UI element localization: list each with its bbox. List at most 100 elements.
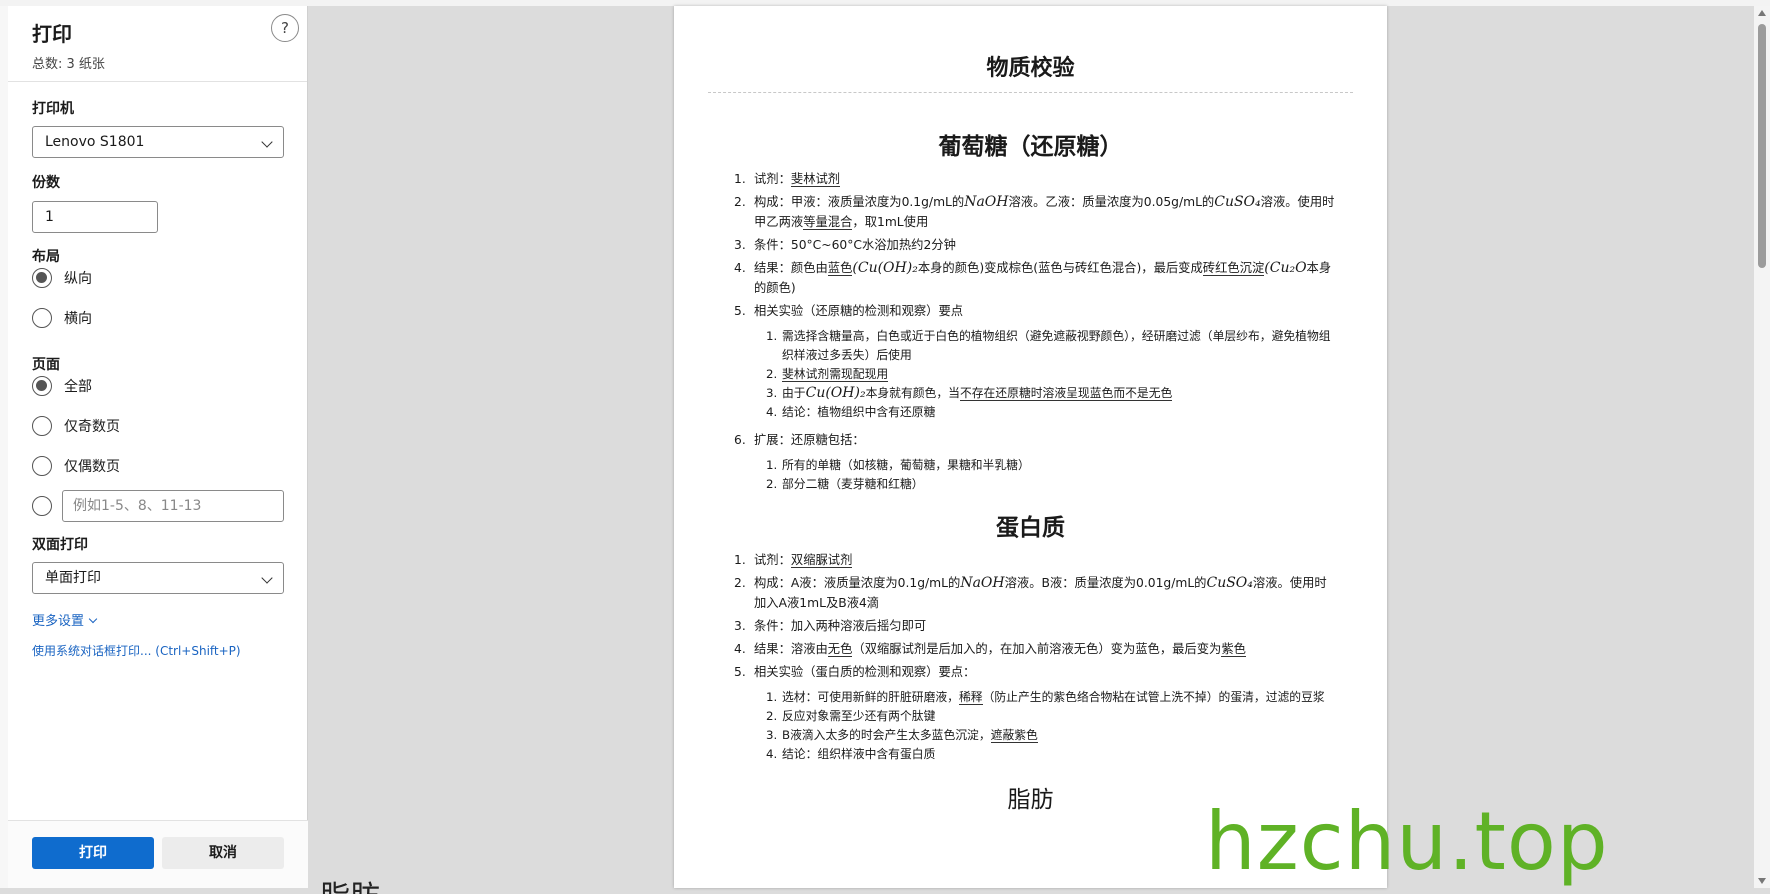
pages-even-radio[interactable] [32, 456, 52, 476]
item-text: 反应对象需至少还有两个肽键 [782, 709, 936, 723]
list-item: 1. 需选择含糖量高，白色或近于白色的植物组织（避免遮蔽视野颜色），经研磨过滤（单… [754, 327, 1335, 365]
layout-landscape-radio[interactable] [32, 308, 52, 328]
item-number: 2. [734, 576, 746, 590]
math-formula: (Cu₂O [1264, 260, 1307, 276]
item-text: 选材：可使用新鲜的肝脏研磨液， [782, 690, 959, 704]
printer-select[interactable]: Lenovo S1801 [32, 126, 284, 158]
item-text: 需选择含糖量高，白色或近于白色的植物组织（避免遮蔽视野颜色），经研磨过滤（单层纱… [782, 329, 1331, 362]
pages-custom-option[interactable] [32, 494, 52, 518]
item-number: 3. [766, 386, 778, 400]
pages-odd-radio[interactable] [32, 416, 52, 436]
list-item: 3. 由于Cu(OH)₂本身就有颜色，当不存在还原糖时溶液呈现蓝色而不是无色 [754, 384, 1335, 403]
item-text: 试剂： [754, 172, 791, 186]
layout-portrait-radio[interactable] [32, 268, 52, 288]
item-text: 结论：组织样液中含有蛋白质 [782, 747, 936, 761]
item-number: 1. [766, 690, 778, 704]
watermark: hzchu.top [1205, 795, 1609, 888]
preview-scrollbar[interactable] [1754, 6, 1770, 888]
item-text: 部分二糖（麦芽糖和红糖） [782, 477, 924, 491]
item-number: 2. [734, 195, 746, 209]
scroll-down-icon[interactable] [1758, 878, 1766, 884]
list-item: 4. 结论：组织样液中含有蛋白质 [754, 745, 1335, 764]
chevron-down-icon [261, 572, 273, 584]
scroll-thumb[interactable] [1758, 24, 1766, 268]
item-number: 6. [734, 433, 746, 447]
help-icon: ? [281, 19, 289, 37]
sublist: 1. 所有的单糖（如核糖，葡萄糖，果糖和半乳糖） 2. 部分二糖（麦芽糖和红糖） [754, 456, 1335, 494]
item-text: 本身就有颜色，当 [865, 386, 960, 400]
layout-portrait-option[interactable]: 纵向 [32, 266, 92, 290]
list-item: 1. 试剂：斐林试剂 [734, 169, 1335, 189]
item-number: 1. [734, 553, 746, 567]
item-text: 溶液。乙液：质量浓度为0.05g/mL的 [1008, 195, 1215, 209]
item-number: 5. [734, 304, 746, 318]
underlined-text: 双缩脲试剂 [790, 553, 853, 568]
pages-all-option[interactable]: 全部 [32, 374, 92, 398]
page-range-input[interactable]: 例如1-5、8、11-13 [62, 490, 284, 522]
print-preview-page: 物质校验 葡萄糖（还原糖） 1. 试剂：斐林试剂 2. 构成：甲液：液质量浓度为… [674, 6, 1387, 888]
item-number: 3. [734, 619, 746, 633]
pages-all-label: 全部 [64, 379, 92, 395]
item-text: （防止产生的紫色络合物粘在试管上洗不掉）的蛋清，过滤的豆浆 [982, 690, 1325, 704]
pages-all-radio[interactable] [32, 376, 52, 396]
help-button[interactable]: ? [271, 14, 299, 42]
layout-landscape-label: 横向 [64, 311, 92, 327]
list-item: 4. 结果：溶液由无色（双缩脲试剂是后加入的，在加入前溶液无色）变为蓝色，最后变… [734, 639, 1335, 659]
chevron-down-icon [88, 614, 98, 624]
cancel-button[interactable]: 取消 [162, 837, 284, 869]
math-formula: (Cu(OH)₂ [852, 260, 918, 276]
underlined-text: 不存在还原糖时溶液呈现蓝色而不是无色 [959, 386, 1173, 401]
list-item: 2. 反应对象需至少还有两个肽键 [754, 707, 1335, 726]
item-number: 2. [766, 709, 778, 723]
list-item: 2. 部分二糖（麦芽糖和红糖） [754, 475, 1335, 494]
underlined-text: 砖红色沉淀 [1202, 261, 1265, 276]
item-text: B液滴入太多的时会产生太多蓝色沉淀， [782, 728, 991, 742]
item-text: 试剂： [754, 553, 791, 567]
list-item: 2. 构成：A液：液质量浓度为0.1g/mL的NaOH溶液。B液：质量浓度为0.… [734, 573, 1335, 613]
item-number: 2. [766, 367, 778, 381]
item-text: 构成：A液：液质量浓度为0.1g/mL的 [754, 576, 961, 590]
underlying-page-edge [0, 6, 8, 888]
list-item: 3. B液滴入太多的时会产生太多蓝色沉淀，遮蔽紫色 [754, 726, 1335, 745]
section-heading-glucose: 葡萄糖（还原糖） [938, 134, 1123, 160]
item-text: 由于 [782, 386, 806, 400]
scroll-up-icon[interactable] [1758, 10, 1766, 16]
panel-footer: 打印 取消 [8, 820, 308, 888]
more-settings-label: 更多设置 [32, 614, 85, 629]
list-item: 1. 所有的单糖（如核糖，葡萄糖，果糖和半乳糖） [754, 456, 1335, 475]
item-text: 所有的单糖（如核糖，葡萄糖，果糖和半乳糖） [782, 458, 1030, 472]
printer-select-value: Lenovo S1801 [45, 134, 145, 150]
list-item: 2. 构成：甲液：液质量浓度为0.1g/mL的NaOH溶液。乙液：质量浓度为0.… [734, 192, 1335, 232]
sublist: 1. 选材：可使用新鲜的肝脏研磨液，稀释（防止产生的紫色络合物粘在试管上洗不掉）的… [754, 688, 1335, 764]
item-text: 本身的颜色)变成棕色(蓝色与砖红色混合)，最后变成 [917, 261, 1203, 275]
document-title: 物质校验 [986, 56, 1075, 81]
list-item: 4. 结果：颜色由蓝色(Cu(OH)₂本身的颜色)变成棕色(蓝色与砖红色混合)，… [734, 258, 1335, 298]
list-item: 3. 条件：加入两种溶液后摇匀即可 [734, 616, 1335, 636]
item-number: 3. [734, 238, 746, 252]
pages-custom-radio[interactable] [32, 496, 52, 516]
layout-landscape-option[interactable]: 横向 [32, 306, 92, 330]
item-number: 1. [766, 458, 778, 472]
layout-portrait-label: 纵向 [64, 271, 92, 287]
duplex-select[interactable]: 单面打印 [32, 562, 284, 594]
more-settings-link[interactable]: 更多设置 [32, 610, 98, 629]
item-number: 5. [734, 665, 746, 679]
underlined-text: 稀释 [958, 690, 983, 705]
item-text: 条件：加入两种溶液后摇匀即可 [754, 619, 927, 633]
list-item: 3. 条件：50°C~60°C水浴加热约2分钟 [734, 235, 1335, 255]
pages-even-label: 仅偶数页 [64, 459, 120, 475]
underlined-text: 无色 [827, 642, 853, 657]
print-button[interactable]: 打印 [32, 837, 154, 869]
system-dialog-link[interactable]: 使用系统对话框打印... (Ctrl+Shift+P) [32, 642, 241, 659]
chevron-down-icon [261, 136, 273, 148]
copies-input[interactable]: 1 [32, 201, 158, 233]
pages-label: 页面 [32, 357, 60, 373]
pages-even-option[interactable]: 仅偶数页 [32, 454, 120, 478]
title-divider [708, 92, 1353, 93]
list-item: 1. 选材：可使用新鲜的肝脏研磨液，稀释（防止产生的紫色络合物粘在试管上洗不掉）的… [754, 688, 1335, 707]
underlined-text: 蓝色 [827, 261, 853, 276]
list-item: 2. 斐林试剂需现配现用 [754, 365, 1335, 384]
panel-title: 打印 [32, 22, 72, 46]
pages-odd-option[interactable]: 仅奇数页 [32, 414, 120, 438]
math-formula: CuSO₄ [1206, 575, 1253, 591]
